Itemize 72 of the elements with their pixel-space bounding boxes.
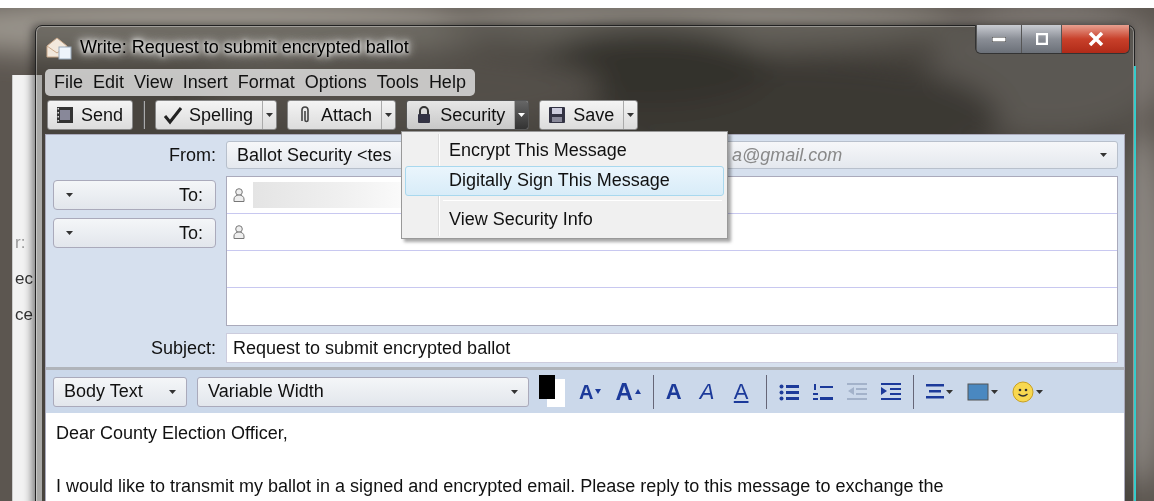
caret-icon — [169, 389, 176, 394]
attach-button[interactable]: Attach — [288, 101, 382, 129]
menu-item[interactable]: Options — [299, 72, 372, 93]
close-button[interactable] — [1061, 25, 1129, 53]
larger-button[interactable]: A — [613, 376, 643, 407]
bold-button[interactable]: A — [663, 376, 688, 407]
arrow-down-icon — [595, 389, 602, 394]
window-title: Write: Request to submit encrypted ballot — [80, 37, 409, 58]
menu-item[interactable]: File — [49, 72, 88, 93]
close-icon — [1087, 32, 1104, 46]
spelling-split-button[interactable]: Spelling — [155, 100, 278, 130]
menu-item[interactable]: Format — [232, 72, 300, 93]
from-label: From: — [169, 144, 216, 166]
checkmark-icon — [163, 105, 184, 125]
smaller-button[interactable]: A — [577, 376, 604, 407]
numbered-list-icon — [812, 382, 833, 401]
person-icon — [233, 188, 245, 202]
menu-item[interactable]: Insert — [177, 72, 233, 93]
window-text-fragment: r: — [14, 233, 27, 253]
arrow-up-icon — [634, 389, 641, 394]
caret-icon — [627, 113, 635, 117]
indent-icon — [880, 382, 901, 401]
dropdown-toggle[interactable] — [514, 101, 529, 129]
caret-icon — [266, 113, 274, 117]
font-select[interactable]: Variable Width — [197, 376, 529, 407]
bullet-list-icon — [778, 382, 799, 401]
caret-icon — [1100, 153, 1107, 157]
minimize-button[interactable] — [976, 25, 1021, 53]
save-button[interactable]: Save — [540, 101, 624, 129]
caret-icon — [518, 113, 526, 117]
caret-icon — [945, 389, 953, 394]
subject-label: Subject: — [150, 337, 216, 359]
recipient-type-button[interactable]: To: — [53, 218, 216, 248]
menu-item[interactable]: Help — [423, 72, 471, 93]
body-paragraph: Dear County Election Officer, — [56, 423, 289, 444]
italic-button[interactable]: A — [697, 376, 722, 407]
smiley-icon — [1011, 380, 1034, 403]
menu-option[interactable]: Encrypt This Message — [405, 136, 724, 166]
spelling-button[interactable]: Spelling — [156, 101, 263, 129]
caret-icon — [385, 113, 393, 117]
caret-icon — [66, 231, 73, 235]
menu-item[interactable]: Edit — [88, 72, 130, 93]
menu-option[interactable]: View Security Info — [405, 204, 724, 234]
paragraph-style-select[interactable]: Body Text — [53, 376, 187, 407]
menu-item[interactable]: View — [129, 72, 178, 93]
text-color-icon[interactable] — [539, 374, 567, 409]
align-center-icon — [925, 382, 944, 401]
save-split-button[interactable]: Save — [539, 100, 639, 130]
recipient-type-button[interactable]: To: — [53, 180, 216, 210]
menu-option[interactable]: Digitally Sign This Message — [405, 166, 724, 196]
image-icon — [966, 382, 989, 401]
maximize-icon — [1035, 33, 1048, 45]
body-paragraph: I would like to transmit my ballot in a signed and encrypted email. Please reply to this message to exchange the — [56, 476, 945, 497]
caret-icon — [990, 389, 998, 394]
underline-button[interactable]: A — [731, 376, 756, 407]
person-icon — [233, 225, 245, 239]
caret-icon — [1035, 389, 1043, 394]
send-button[interactable]: Send — [47, 100, 134, 130]
minimize-icon — [992, 36, 1006, 42]
outdent-icon — [846, 382, 867, 401]
caret-icon — [66, 193, 73, 197]
window-text-fragment: ec — [14, 269, 34, 289]
maximize-button[interactable] — [1021, 25, 1061, 53]
caret-icon — [511, 389, 518, 394]
security-split-button[interactable]: Security — [406, 100, 530, 130]
security-button[interactable]: Security — [407, 101, 515, 129]
film-icon — [55, 105, 75, 125]
attach-split-button[interactable]: Attach — [287, 100, 397, 130]
menu-item[interactable]: Tools — [371, 72, 424, 93]
envelope-icon — [46, 35, 72, 60]
window-text-fragment: ce — [14, 305, 34, 325]
subject-field[interactable]: Request to submit encrypted ballot — [226, 333, 1118, 363]
